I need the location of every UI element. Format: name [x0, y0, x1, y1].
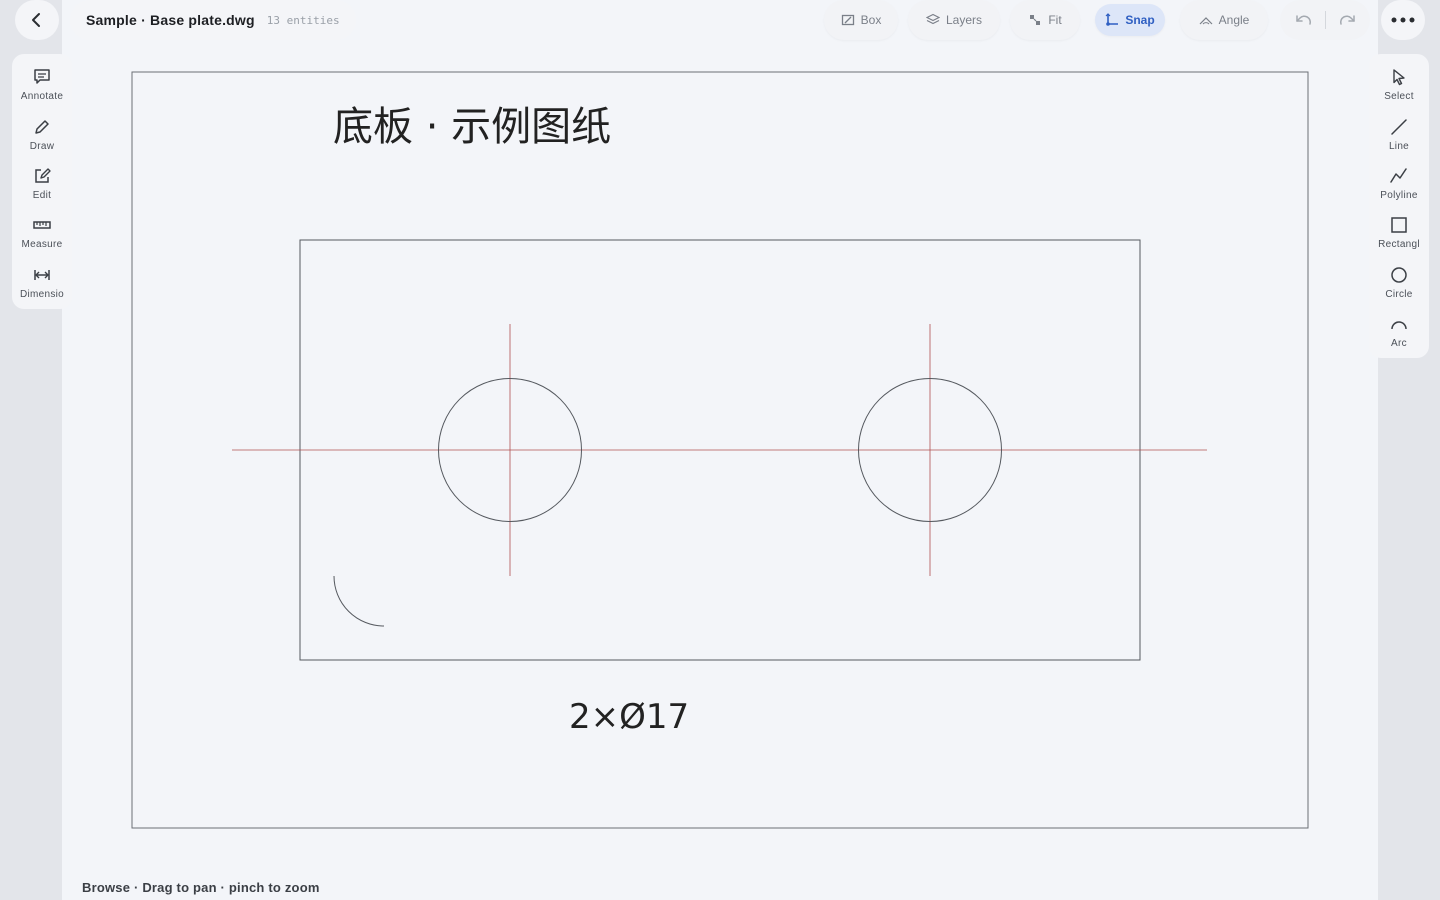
tool-dimension-label: Dimensio — [19, 288, 65, 300]
fit-icon — [1030, 15, 1041, 25]
pencil-icon — [35, 119, 49, 134]
fit-button[interactable]: Fit — [1010, 0, 1080, 40]
box-button[interactable]: Box — [824, 0, 898, 40]
layers-button[interactable]: Layers — [908, 0, 1000, 40]
tool-select[interactable]: Select — [1369, 60, 1429, 109]
redo-icon[interactable] — [1337, 12, 1357, 28]
tool-line[interactable]: Line — [1369, 109, 1429, 158]
dimension-icon — [34, 269, 50, 280]
undo-icon[interactable] — [1294, 12, 1314, 28]
tool-annotate-label: Annotate — [20, 91, 64, 103]
tool-select-label: Select — [1384, 91, 1414, 103]
tool-arc[interactable]: Arc — [1369, 307, 1429, 356]
right-toolbar: Select Line Polyline Rectangl Circle Arc — [1369, 54, 1429, 358]
status-hint: Browse · Drag to pan · pinch to zoom — [82, 880, 320, 895]
tool-arc-label: Arc — [1391, 338, 1407, 350]
history-divider — [1324, 11, 1326, 29]
rectangle-icon — [1391, 217, 1407, 234]
cursor-icon — [1393, 69, 1405, 86]
angle-icon — [1199, 17, 1213, 25]
tool-measure[interactable]: Measure — [12, 208, 72, 257]
drawing-title: 底板 · 示例图纸 — [333, 104, 611, 150]
tool-circle[interactable]: Circle — [1369, 258, 1429, 307]
layers-label: Layers — [945, 13, 983, 27]
layers-icon — [925, 13, 940, 25]
tool-draw[interactable]: Draw — [12, 109, 72, 158]
polyline-icon — [1390, 168, 1407, 183]
more-dots-icon — [1391, 17, 1415, 23]
box-select-icon — [841, 14, 854, 26]
file-info: Sample · Base plate.dwg 13 entities — [70, 0, 356, 40]
snap-label: Snap — [1125, 13, 1155, 27]
snap-button[interactable]: Snap — [1095, 4, 1165, 36]
box-label: Box — [860, 13, 882, 27]
tool-edit-label: Edit — [32, 189, 52, 201]
chevron-left-icon — [32, 13, 40, 27]
drawing-svg[interactable]: 底板 · 示例图纸 2×Ø17 — [0, 0, 1440, 900]
edit-icon — [35, 168, 51, 183]
tool-annotate[interactable]: Annotate — [12, 60, 72, 109]
tool-rectangle[interactable]: Rectangl — [1369, 208, 1429, 257]
comment-icon — [34, 69, 50, 84]
tool-polyline-label: Polyline — [1380, 189, 1418, 201]
tool-edit[interactable]: Edit — [12, 159, 72, 208]
fit-label: Fit — [1048, 13, 1062, 27]
left-toolbar: Annotate Draw Edit Measure Dimensio — [12, 54, 72, 309]
tool-polyline[interactable]: Polyline — [1369, 159, 1429, 208]
tool-rectangle-label: Rectangl — [1378, 239, 1420, 251]
back-button[interactable] — [15, 0, 59, 40]
angle-button[interactable]: Angle — [1180, 0, 1268, 40]
snap-icon — [1105, 13, 1119, 26]
tool-dimension[interactable]: Dimensio — [12, 258, 72, 307]
line-icon — [1391, 118, 1407, 135]
ruler-icon — [33, 221, 51, 230]
arc-icon — [1391, 321, 1407, 330]
file-name: Sample · Base plate.dwg — [86, 12, 255, 28]
tool-measure-label: Measure — [21, 239, 63, 251]
history-controls — [1280, 0, 1370, 40]
more-button[interactable] — [1381, 0, 1425, 40]
entity-count: 13 entities — [266, 13, 340, 27]
angle-label: Angle — [1218, 13, 1250, 27]
hole-note: 2×Ø17 — [569, 697, 689, 737]
tool-draw-label: Draw — [29, 140, 55, 152]
circle-icon — [1391, 267, 1407, 283]
tool-line-label: Line — [1388, 140, 1410, 152]
corner-arc — [333, 575, 385, 627]
tool-circle-label: Circle — [1385, 288, 1413, 300]
